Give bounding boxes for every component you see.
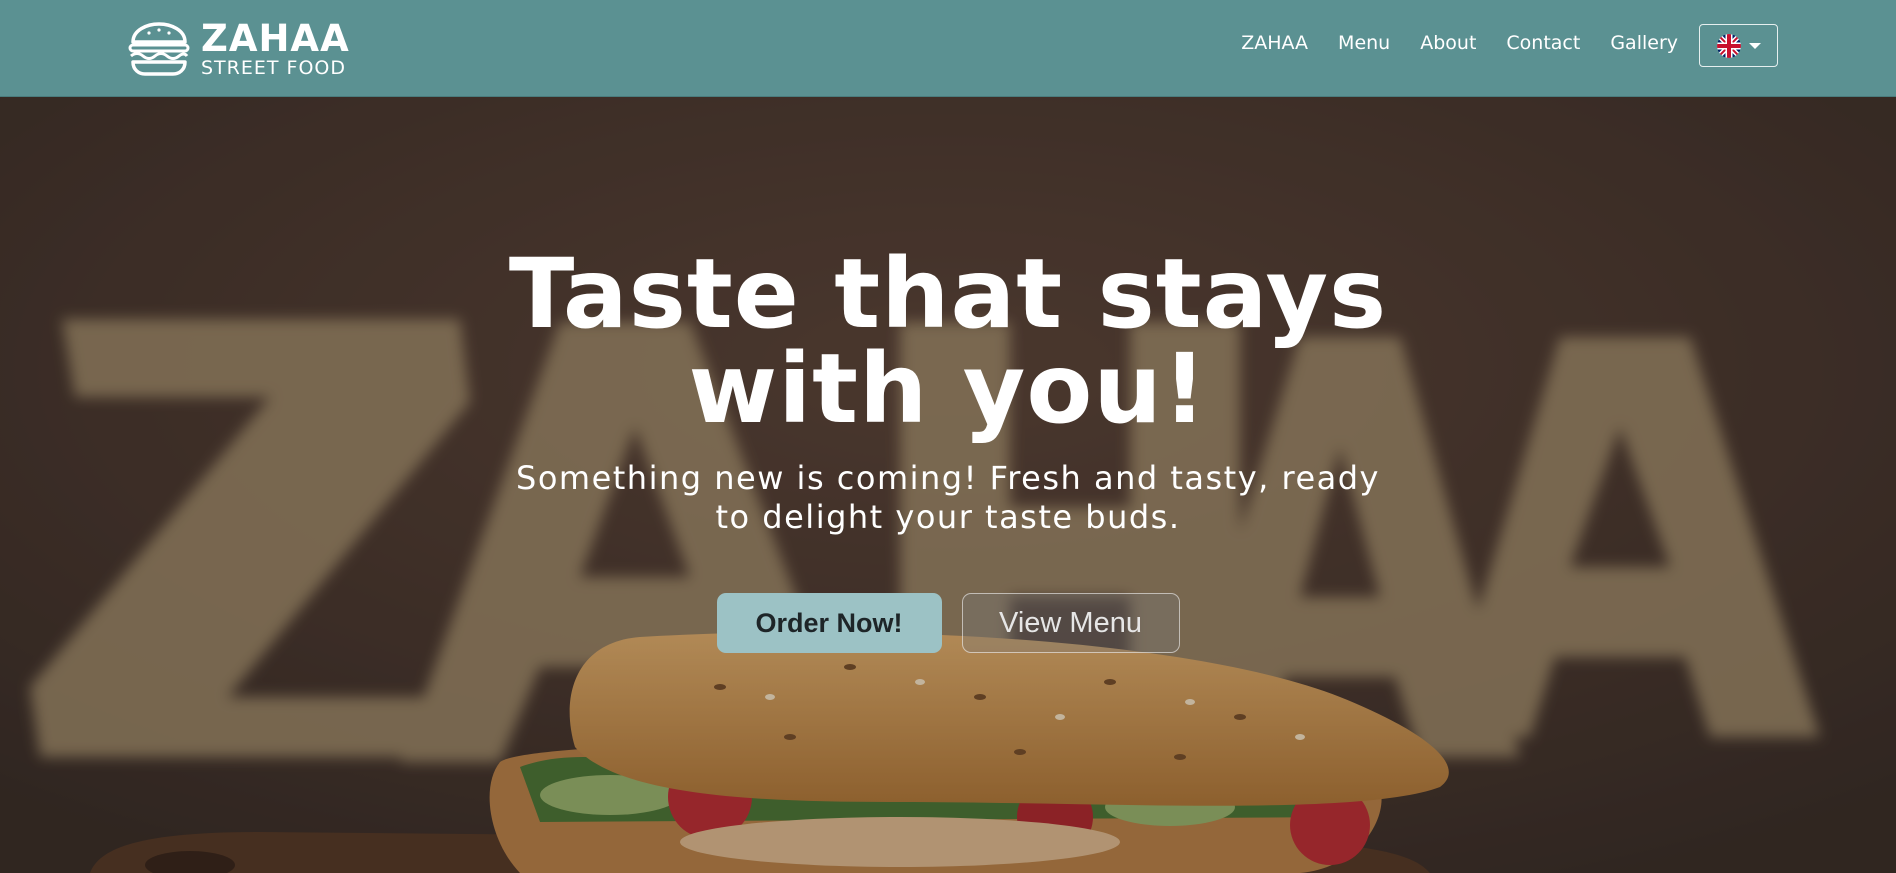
- nav-link-contact[interactable]: Contact: [1506, 32, 1580, 54]
- nav-link-menu[interactable]: Menu: [1338, 32, 1390, 54]
- hero-content: Taste that stays with you! Something new…: [0, 246, 1896, 653]
- brand-subtitle: STREET FOOD: [201, 57, 346, 79]
- nav-link-zahaa[interactable]: ZAHAA: [1241, 32, 1308, 54]
- hero-subtitle-line-1: Something new is coming! Fresh and tasty…: [516, 459, 1380, 497]
- language-selector-button[interactable]: [1699, 24, 1778, 67]
- hero-title-line-2: with you!: [688, 333, 1208, 445]
- view-menu-button[interactable]: View Menu: [961, 593, 1180, 653]
- brand-name: ZAHAA: [201, 17, 350, 60]
- order-now-button[interactable]: Order Now!: [716, 593, 942, 653]
- hero-section: Taste that stays with you! Something new…: [0, 97, 1896, 873]
- navbar: ZAHAA STREET FOOD ZAHAA Menu About Conta…: [0, 0, 1896, 97]
- uk-flag-icon: [1716, 33, 1741, 58]
- hero-buttons: Order Now! View Menu: [0, 593, 1896, 653]
- brand-logo[interactable]: ZAHAA STREET FOOD: [127, 20, 350, 78]
- chevron-down-icon: [1748, 42, 1761, 49]
- main-nav: ZAHAA Menu About Contact Gallery: [1241, 32, 1678, 54]
- brand-text: ZAHAA STREET FOOD: [201, 20, 350, 78]
- hero-subtitle-line-2: to delight your taste buds.: [715, 498, 1181, 536]
- nav-link-gallery[interactable]: Gallery: [1610, 32, 1678, 54]
- burger-icon: [128, 22, 190, 76]
- nav-link-about[interactable]: About: [1420, 32, 1476, 54]
- hero-title: Taste that stays with you!: [0, 246, 1896, 437]
- hero-subtitle: Something new is coming! Fresh and tasty…: [498, 459, 1398, 537]
